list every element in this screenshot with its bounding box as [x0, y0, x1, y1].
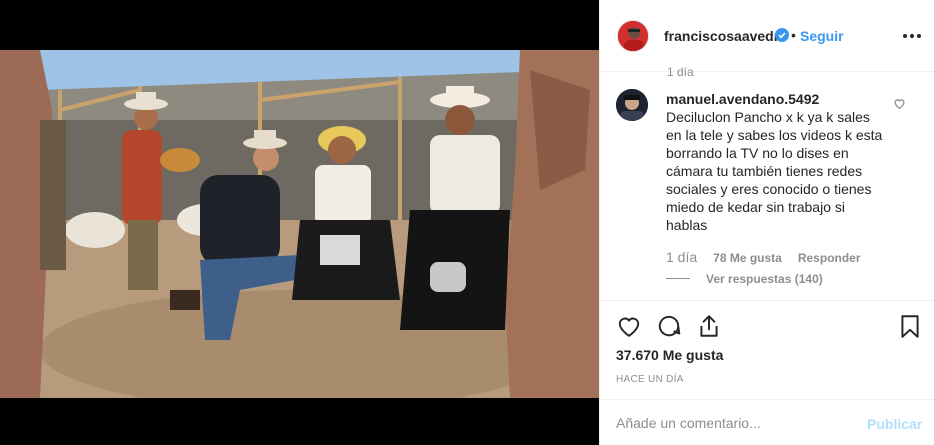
- comment-text: Deciluclon Pancho x k ya k sales en la t…: [666, 109, 883, 233]
- follow-button[interactable]: Seguir: [800, 28, 844, 44]
- previous-comment-time: 1 día: [667, 65, 694, 79]
- reply-button[interactable]: Responder: [798, 251, 861, 265]
- comment-meta: 1 día 78 Me gusta Responder: [666, 249, 861, 265]
- comment-composer: Publicar: [600, 399, 934, 445]
- comment-bubble-icon[interactable]: [656, 313, 682, 339]
- like-count[interactable]: 37.670 Me gusta: [616, 347, 723, 363]
- photo-pane: [0, 0, 599, 445]
- like-heart-icon[interactable]: [616, 313, 642, 339]
- comment-like-heart-icon[interactable]: [893, 97, 906, 110]
- author-username[interactable]: franciscosaavedr: [664, 28, 779, 44]
- comment-likes[interactable]: 78 Me gusta: [713, 251, 782, 265]
- author-avatar[interactable]: [617, 20, 649, 52]
- replies-divider: [666, 278, 690, 279]
- post-timestamp: HACE UN DÍA: [616, 374, 684, 385]
- commenter-avatar-image: [616, 89, 648, 121]
- post-actions: 37.670 Me gusta HACE UN DÍA: [600, 300, 934, 396]
- post-photo[interactable]: [0, 50, 599, 398]
- post-photo-illustration: [0, 50, 599, 398]
- bookmark-icon[interactable]: [897, 313, 923, 339]
- verified-badge-icon: [775, 28, 789, 42]
- more-options-icon[interactable]: [900, 24, 924, 48]
- post-panel: franciscosaavedr • Seguir 1 día manuel.a…: [599, 0, 934, 445]
- publish-button[interactable]: Publicar: [867, 416, 922, 432]
- separator-dot: •: [791, 27, 796, 43]
- comment-input[interactable]: [616, 412, 846, 434]
- comments-list[interactable]: 1 día manuel.avendano.5492 Deciluclon Pa…: [600, 60, 934, 300]
- view-replies-button[interactable]: Ver respuestas (140): [706, 272, 823, 286]
- commenter-avatar[interactable]: [616, 89, 648, 121]
- comment-age: 1 día: [666, 249, 698, 265]
- commenter-username[interactable]: manuel.avendano.5492: [666, 91, 819, 107]
- share-icon[interactable]: [696, 313, 722, 339]
- author-avatar-image: [618, 21, 648, 51]
